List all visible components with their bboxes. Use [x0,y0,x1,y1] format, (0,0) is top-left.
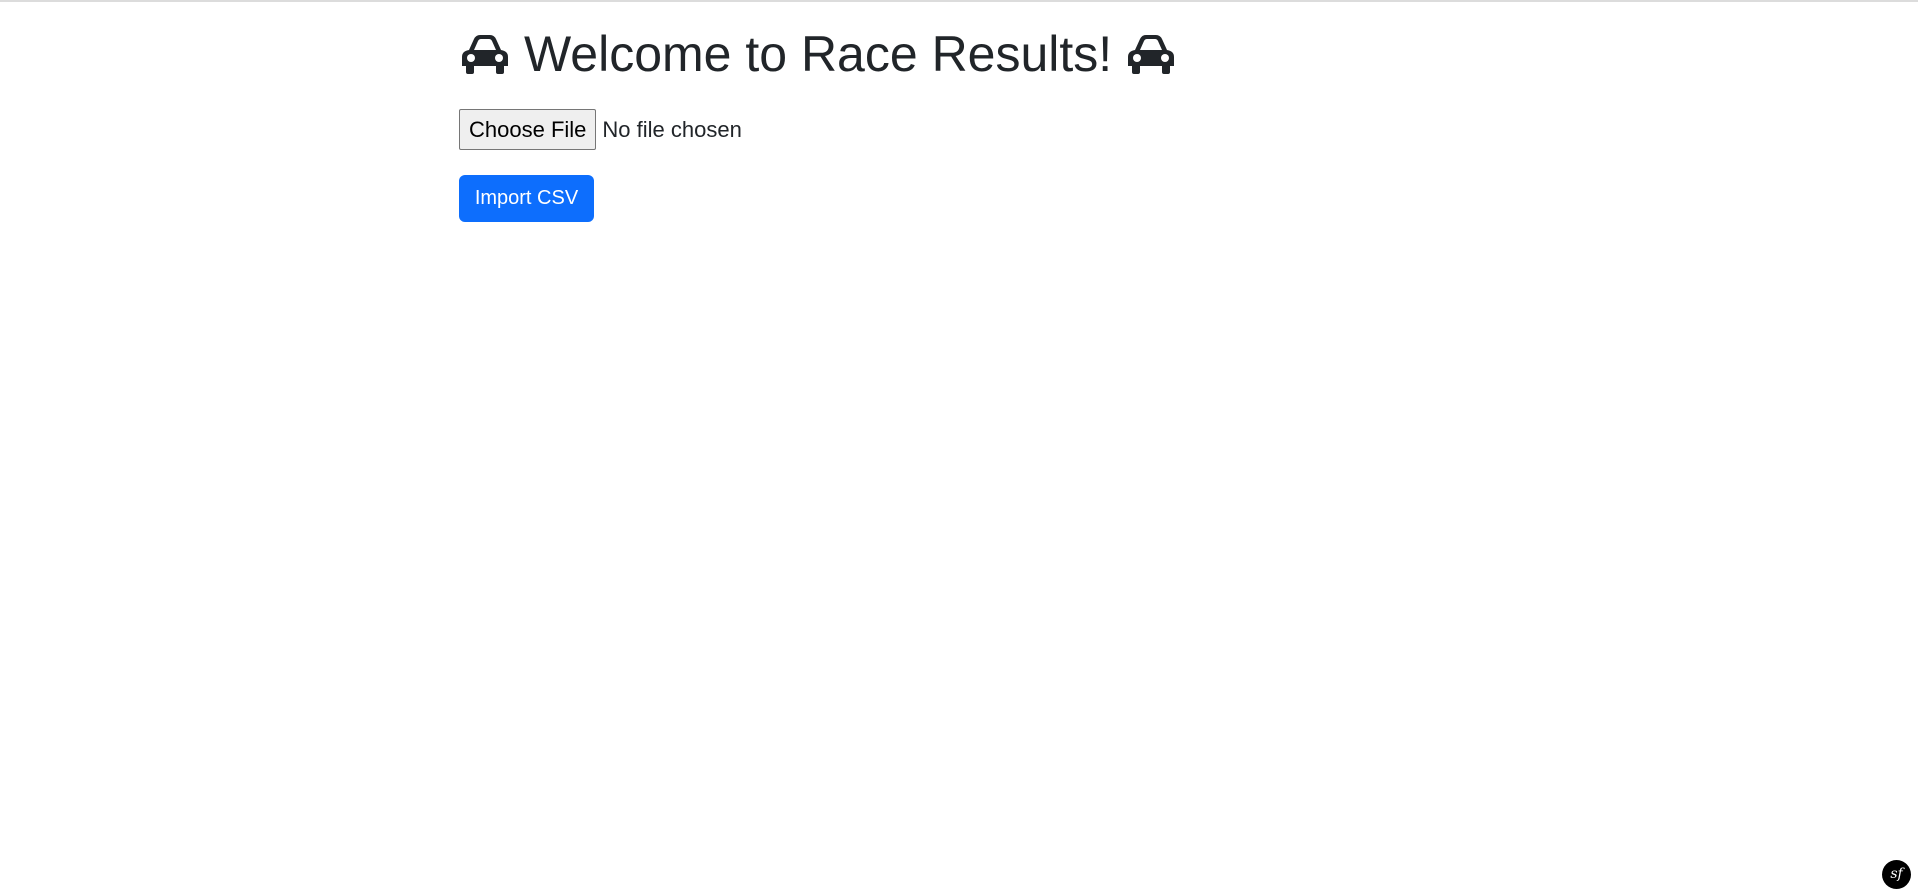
file-input[interactable]: Choose File No file chosen [459,109,742,150]
page-title: Welcome to Race Results! [459,24,1177,84]
car-icon [459,33,511,75]
page-title-text: Welcome to Race Results! [524,26,1113,82]
choose-file-button[interactable]: Choose File [459,109,597,150]
top-divider [0,0,1918,2]
car-icon [1125,33,1177,75]
import-csv-button[interactable]: Import CSV [459,175,594,222]
symfony-logo-icon[interactable]: sf [1882,860,1911,889]
file-status-text: No file chosen [602,116,742,142]
